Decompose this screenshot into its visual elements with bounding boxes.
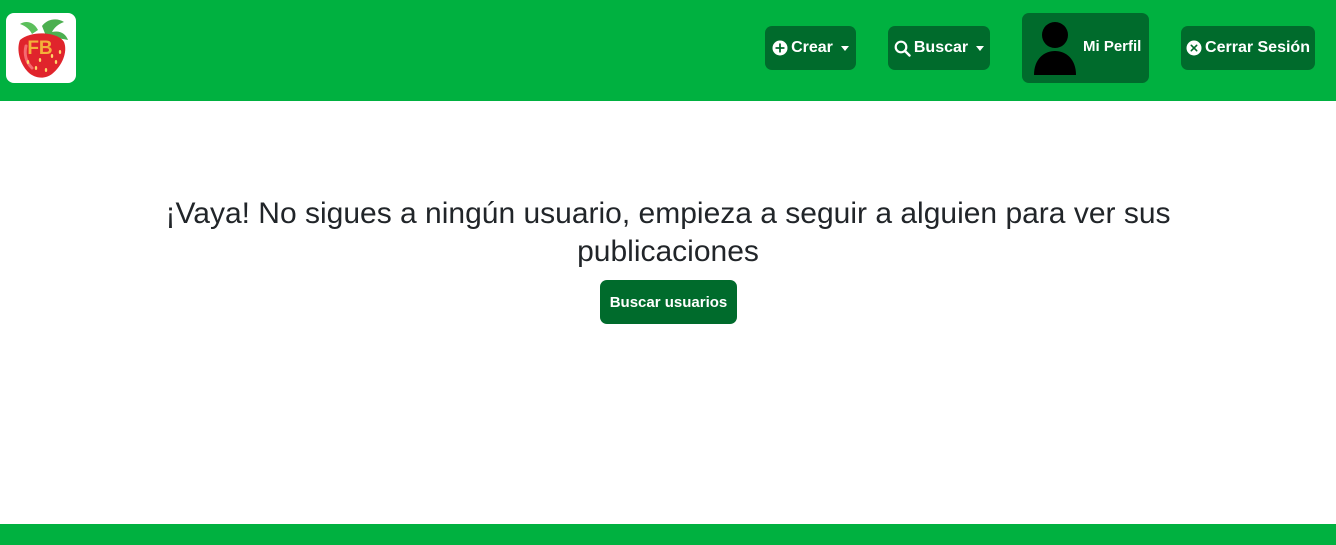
mi-perfil-button[interactable]: Mi Perfil [1022,13,1149,83]
empty-feed-message: ¡Vaya! No sigues a ningún usuario, empie… [165,197,1171,268]
brand-logo-link[interactable]: FB [6,13,76,83]
footer [0,524,1336,545]
cerrar-sesion-label: Cerrar Sesión [1205,39,1310,56]
strawberry-logo-icon: FB [18,19,68,78]
main-content: ¡Vaya! No sigues a ningún usuario, empie… [0,101,1336,524]
chevron-down-icon [976,45,985,51]
x-circle-icon [1186,40,1202,56]
cerrar-sesion-button[interactable]: Cerrar Sesión [1181,26,1315,70]
navbar: FB Crear Buscar Mi Perfil Cerrar Sesión [0,0,1336,101]
buscar-label: Buscar [913,39,969,56]
buscar-usuarios-button[interactable]: Buscar usuarios [600,280,737,324]
chevron-down-icon [840,45,849,51]
plus-circle-icon [772,40,788,56]
mi-perfil-label: Mi Perfil [1083,38,1142,55]
user-avatar-icon [1034,22,1076,75]
search-icon [894,40,911,57]
crear-label: Crear [791,39,833,56]
logo-text: FB [27,38,52,59]
buscar-dropdown-button[interactable]: Buscar [888,26,990,70]
crear-dropdown-button[interactable]: Crear [765,26,856,70]
